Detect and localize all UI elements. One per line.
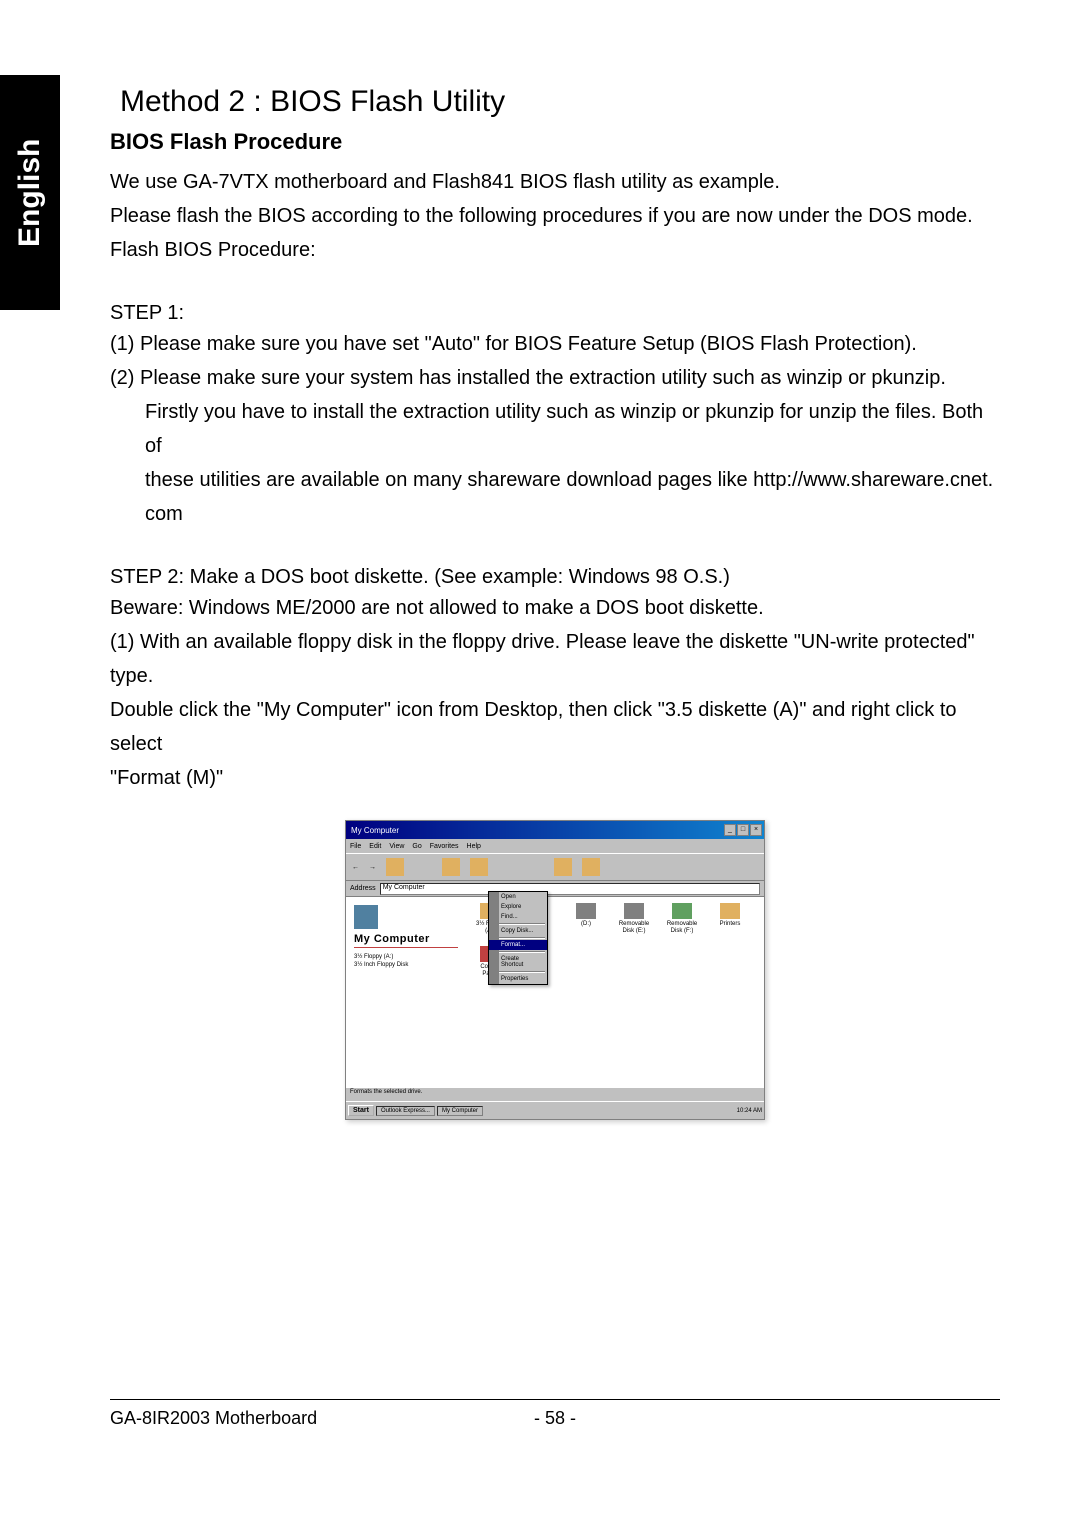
intro-line1: We use GA-7VTX motherboard and Flash841 … bbox=[110, 165, 1000, 199]
taskbar-app1[interactable]: Outlook Express... bbox=[376, 1106, 435, 1116]
hard-drive-icon bbox=[576, 903, 596, 919]
toolbar-views-icon[interactable] bbox=[582, 858, 600, 876]
step1-heading: STEP 1: bbox=[110, 302, 1000, 325]
footer-right bbox=[576, 1408, 1000, 1429]
context-menu: Open Explore Find... Copy Disk... Format… bbox=[488, 891, 548, 985]
menu-edit[interactable]: Edit bbox=[369, 843, 381, 850]
drive-label: Removable Disk (F:) bbox=[664, 921, 700, 934]
address-label: Address bbox=[350, 885, 376, 892]
ctx-format[interactable]: Format... bbox=[489, 940, 547, 950]
window-statusbar: Formats the selected drive. bbox=[346, 1087, 764, 1101]
step1-item2: (2) Please make sure your system has ins… bbox=[110, 361, 1000, 395]
section-title: BIOS Flash Procedure bbox=[110, 129, 1000, 155]
window-titlebar: My Computer _ □ × bbox=[346, 821, 764, 839]
toolbar-up-icon[interactable] bbox=[386, 858, 404, 876]
window-controls: _ □ × bbox=[724, 824, 762, 836]
maximize-button[interactable]: □ bbox=[737, 824, 749, 836]
window-sidebar: My Computer 3½ Floppy (A:) 3½ Inch Flopp… bbox=[346, 897, 466, 1087]
printers-icon bbox=[720, 903, 740, 919]
minimize-button[interactable]: _ bbox=[724, 824, 736, 836]
ctx-open[interactable]: Open bbox=[489, 892, 547, 902]
address-input[interactable]: My Computer bbox=[380, 883, 760, 895]
drive-removable-f[interactable]: Removable Disk (F:) bbox=[664, 903, 700, 934]
toolbar-properties-icon[interactable] bbox=[554, 858, 572, 876]
step2-item1-cont2: "Format (M)" bbox=[110, 761, 1000, 795]
removable-drive-icon bbox=[624, 903, 644, 919]
taskbar-apps: Start Outlook Express... My Computer bbox=[348, 1105, 483, 1116]
window-body: My Computer 3½ Floppy (A:) 3½ Inch Flopp… bbox=[346, 897, 764, 1087]
language-tab: English bbox=[0, 75, 60, 310]
intro-line3: Flash BIOS Procedure: bbox=[110, 233, 1000, 267]
window-toolbar: ← → bbox=[346, 853, 764, 881]
footer-product: GA-8IR2003 Motherboard bbox=[110, 1408, 534, 1429]
window-title: My Computer bbox=[348, 826, 399, 835]
screenshot-container: My Computer _ □ × File Edit View Go Favo… bbox=[110, 820, 1000, 1120]
ctx-separator bbox=[491, 971, 545, 973]
drive-removable-e[interactable]: Removable Disk (E:) bbox=[616, 903, 652, 934]
removable-drive-icon bbox=[672, 903, 692, 919]
toolbar-undo-icon[interactable] bbox=[498, 858, 516, 876]
menu-go[interactable]: Go bbox=[412, 843, 421, 850]
toolbar-back[interactable]: ← bbox=[352, 864, 359, 871]
sidebar-disk-text: 3½ Inch Floppy Disk bbox=[354, 962, 458, 970]
intro-line2: Please flash the BIOS according to the f… bbox=[110, 199, 1000, 233]
ctx-explore[interactable]: Explore bbox=[489, 902, 547, 912]
ctx-shortcut[interactable]: Create Shortcut bbox=[489, 954, 547, 970]
toolbar-forward[interactable]: → bbox=[369, 864, 376, 871]
step2-item1-cont1: Double click the "My Computer" icon from… bbox=[110, 693, 1000, 761]
ctx-find[interactable]: Find... bbox=[489, 912, 547, 922]
printers-folder[interactable]: Printers bbox=[712, 903, 748, 934]
window-menubar: File Edit View Go Favorites Help bbox=[346, 839, 764, 853]
step1-item1: (1) Please make sure you have set "Auto"… bbox=[110, 327, 1000, 361]
step2-heading: STEP 2: Make a DOS boot diskette. (See e… bbox=[110, 566, 1000, 589]
method-title: Method 2 : BIOS Flash Utility bbox=[120, 85, 1000, 119]
page-footer: GA-8IR2003 Motherboard - 58 - bbox=[110, 1399, 1000, 1429]
toolbar-paste-icon[interactable] bbox=[470, 858, 488, 876]
menu-favorites[interactable]: Favorites bbox=[430, 843, 459, 850]
footer-page-number: - 58 - bbox=[534, 1408, 576, 1429]
ctx-separator bbox=[491, 951, 545, 953]
ctx-properties[interactable]: Properties bbox=[489, 974, 547, 984]
toolbar-delete-icon[interactable] bbox=[526, 858, 544, 876]
step1-item2-cont1: Firstly you have to install the extracti… bbox=[110, 395, 1000, 463]
drive-label: Removable Disk (E:) bbox=[616, 921, 652, 934]
ctx-separator bbox=[491, 937, 545, 939]
drive-d[interactable]: (D:) bbox=[568, 903, 604, 934]
start-button[interactable]: Start bbox=[348, 1105, 374, 1116]
mycomputer-icon bbox=[354, 905, 378, 929]
step2-beware: Beware: Windows ME/2000 are not allowed … bbox=[110, 591, 1000, 625]
step1-item2-cont2: these utilities are available on many sh… bbox=[110, 463, 1000, 497]
menu-file[interactable]: File bbox=[350, 843, 361, 850]
taskbar: Start Outlook Express... My Computer 10:… bbox=[346, 1101, 764, 1119]
close-button[interactable]: × bbox=[750, 824, 762, 836]
step2-item1: (1) With an available floppy disk in the… bbox=[110, 625, 1000, 693]
sidebar-floppy-text: 3½ Floppy (A:) bbox=[354, 954, 458, 962]
step1-item2-cont3: com bbox=[110, 497, 1000, 531]
menu-help[interactable]: Help bbox=[467, 843, 481, 850]
window-addressbar: Address My Computer bbox=[346, 881, 764, 897]
ctx-copydisk[interactable]: Copy Disk... bbox=[489, 926, 547, 936]
taskbar-app2[interactable]: My Computer bbox=[437, 1106, 483, 1116]
toolbar-copy-icon[interactable] bbox=[442, 858, 460, 876]
drive-label: Printers bbox=[720, 921, 741, 928]
page-content: Method 2 : BIOS Flash Utility BIOS Flash… bbox=[110, 85, 1000, 1120]
windows-screenshot: My Computer _ □ × File Edit View Go Favo… bbox=[345, 820, 765, 1120]
tray-time: 10:24 AM bbox=[737, 1108, 762, 1114]
sidebar-title: My Computer bbox=[354, 933, 458, 948]
drive-label: (D:) bbox=[581, 921, 591, 928]
ctx-separator bbox=[491, 923, 545, 925]
system-tray: 10:24 AM bbox=[737, 1108, 762, 1114]
toolbar-cut-icon[interactable] bbox=[414, 858, 432, 876]
menu-view[interactable]: View bbox=[389, 843, 404, 850]
